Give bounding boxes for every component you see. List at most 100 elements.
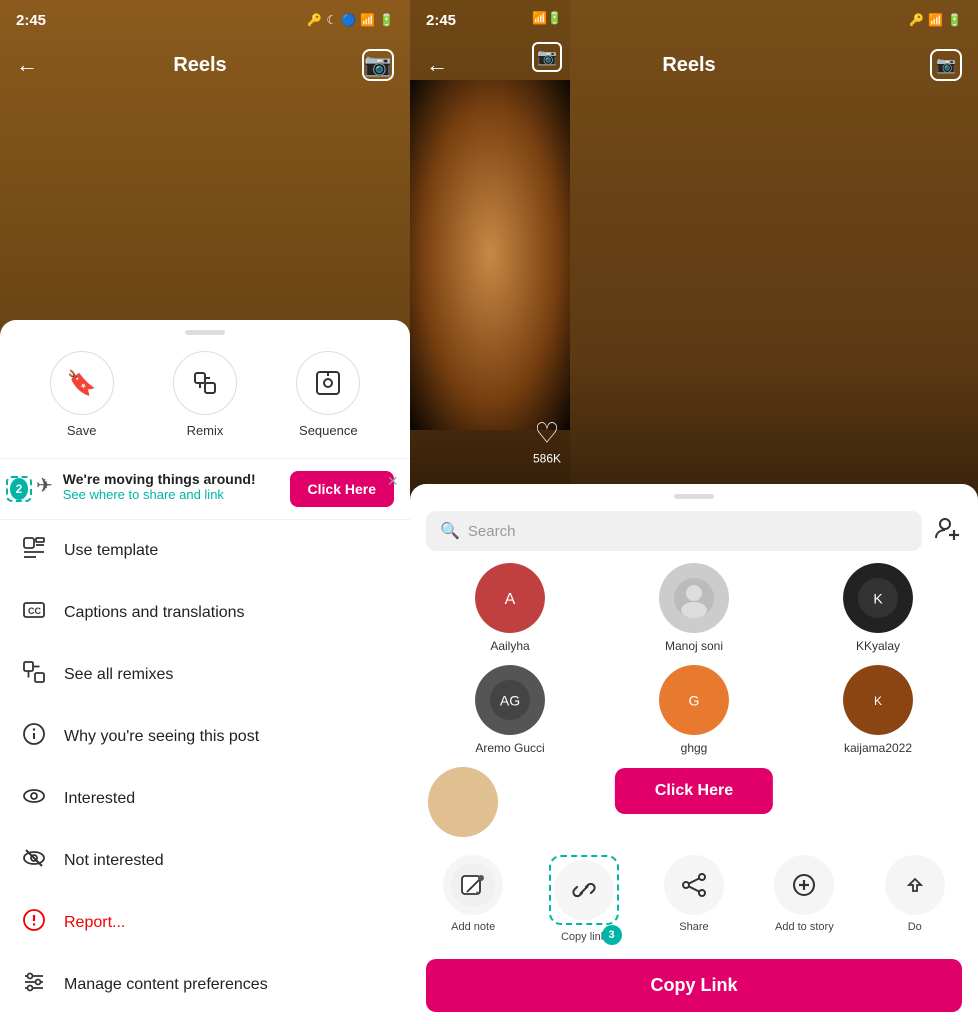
remix-label: Remix (187, 423, 224, 438)
search-box[interactable]: 🔍 Search (426, 511, 922, 551)
sheet-handle (185, 330, 225, 335)
add-note-action[interactable]: Add note (437, 855, 509, 943)
add-note-circle (443, 855, 503, 915)
top-nav-right: ← Reels 📷 (410, 40, 978, 90)
contact-name-kaijama: kaijama2022 (844, 741, 912, 755)
not-interested-label: Not interested (64, 852, 164, 870)
captions-label: Captions and translations (64, 604, 245, 622)
report-item[interactable]: Report... (0, 892, 410, 954)
svg-text:A: A (505, 591, 516, 608)
add-contact-icon[interactable] (934, 514, 962, 548)
add-to-story-label: Add to story (775, 921, 834, 933)
page-title-left: Reels (173, 54, 226, 77)
avatar-partial (428, 767, 498, 837)
contact-kkyalay[interactable]: K KKyalay (833, 563, 923, 653)
like-action[interactable]: ♡ 586K (533, 417, 561, 466)
use-template-item[interactable]: Use template (0, 520, 410, 582)
settings-sliders-icon (20, 970, 48, 1000)
interested-label: Interested (64, 790, 135, 808)
copy-link-circle (554, 860, 614, 920)
click-here-button-right[interactable]: Click Here (615, 768, 773, 814)
status-icons-right: 🔑 📶 🔋 (909, 13, 962, 27)
share-sheet: 🔍 Search A (410, 484, 978, 1024)
copy-link-dashed: 3 (549, 855, 619, 925)
share-label: Share (679, 921, 708, 933)
add-note-label: Add note (451, 921, 495, 933)
do-more-action[interactable]: Do (879, 855, 951, 943)
why-seeing-item[interactable]: Why you're seeing this post (0, 706, 410, 768)
save-action[interactable]: 🔖 Save (50, 351, 114, 438)
captions-item[interactable]: CC Captions and translations (0, 582, 410, 644)
manage-content-label: Manage content preferences (64, 976, 268, 994)
avatar-aailyha: A (475, 563, 545, 633)
back-button-left[interactable]: ← (16, 52, 38, 78)
share-action-item[interactable]: Share (658, 855, 730, 943)
food-image (410, 80, 570, 430)
banner-close-button[interactable]: × (387, 471, 398, 492)
captions-icon: CC (20, 598, 48, 628)
click-here-button-left[interactable]: Click Here (290, 471, 394, 507)
not-interested-item[interactable]: Not interested (0, 830, 410, 892)
see-all-remixes-label: See all remixes (64, 666, 173, 684)
use-template-label: Use template (64, 542, 158, 560)
see-all-remixes-item[interactable]: See all remixes (0, 644, 410, 706)
left-panel: 2:45 🔑 ☾ 🔵 📶 🔋 ← Reels 📷 🔖 Save (0, 0, 410, 1024)
avatar-aremo: AG (475, 665, 545, 735)
svg-text:G: G (689, 693, 700, 709)
copy-link-button[interactable]: Copy Link (426, 959, 962, 1012)
contact-aremo[interactable]: AG Aremo Gucci (465, 665, 555, 755)
svg-text:K: K (874, 694, 882, 708)
interested-item[interactable]: Interested (0, 768, 410, 830)
sequence-label: Sequence (299, 423, 358, 438)
copy-link-action[interactable]: 3 Copy link (548, 855, 620, 943)
status-time-right: 2:45 (426, 12, 456, 29)
camera-button-right[interactable]: 📷 (930, 49, 962, 81)
status-time-left: 2:45 (16, 12, 46, 29)
contact-name-kkyalay: KKyalay (856, 639, 900, 653)
sequence-icon-circle (296, 351, 360, 415)
save-icon-circle: 🔖 (50, 351, 114, 415)
search-placeholder: Search (468, 523, 516, 540)
add-to-story-action[interactable]: Add to story (768, 855, 840, 943)
banner-title: We're moving things around! (63, 471, 290, 487)
do-more-label: Do (908, 921, 922, 933)
avatar-ghgg: G (659, 665, 729, 735)
copy-link-label: Copy link (561, 931, 606, 943)
search-icon: 🔍 (440, 521, 460, 541)
bottom-sheet-left: 🔖 Save Remix (0, 320, 410, 1024)
banner-badge: 2 (10, 478, 28, 500)
contact-name-ghgg: ghgg (681, 741, 708, 755)
remix-action[interactable]: Remix (173, 351, 237, 438)
contact-manoj[interactable]: Manoj soni (649, 563, 739, 653)
eye-slash-icon (20, 846, 48, 876)
contact-ghgg[interactable]: G ghgg (649, 665, 739, 755)
top-nav-left: ← Reels 📷 (0, 40, 410, 90)
report-label: Report... (64, 914, 125, 932)
heart-icon: ♡ (534, 417, 559, 450)
manage-content-item[interactable]: Manage content preferences (0, 954, 410, 1016)
status-bar-right: 2:45 🔑 📶 🔋 (410, 0, 978, 40)
why-seeing-label: Why you're seeing this post (64, 728, 259, 746)
remix-icon-circle (173, 351, 237, 415)
camera-button-left[interactable]: 📷 (362, 49, 394, 81)
contact-partial[interactable] (418, 767, 508, 843)
contact-aailyha[interactable]: A Aailyha (465, 563, 555, 653)
contact-name-manoj: Manoj soni (665, 639, 723, 653)
sequence-action[interactable]: Sequence (296, 351, 360, 438)
banner-notice: ✈ We're moving things around! See where … (0, 459, 410, 520)
like-count: 586K (533, 452, 561, 466)
status-bar-left: 2:45 🔑 ☾ 🔵 📶 🔋 (0, 0, 410, 40)
contact-kaijama[interactable]: K kaijama2022 (833, 665, 923, 755)
copy-link-badge: 3 (602, 925, 622, 945)
quick-actions-row: 🔖 Save Remix (0, 351, 410, 459)
add-to-story-circle (774, 855, 834, 915)
banner-subtitle: See where to share and link (63, 487, 290, 502)
svg-text:K: K (873, 591, 883, 607)
see-all-remixes-icon (20, 660, 48, 690)
back-button-right[interactable]: ← (426, 52, 448, 78)
contact-name-aremo: Aremo Gucci (475, 741, 544, 755)
banner-text: We're moving things around! See where to… (63, 471, 290, 502)
avatar-kkyalay: K (843, 563, 913, 633)
use-template-icon (20, 536, 48, 566)
banner-icon: ✈ (36, 473, 53, 498)
